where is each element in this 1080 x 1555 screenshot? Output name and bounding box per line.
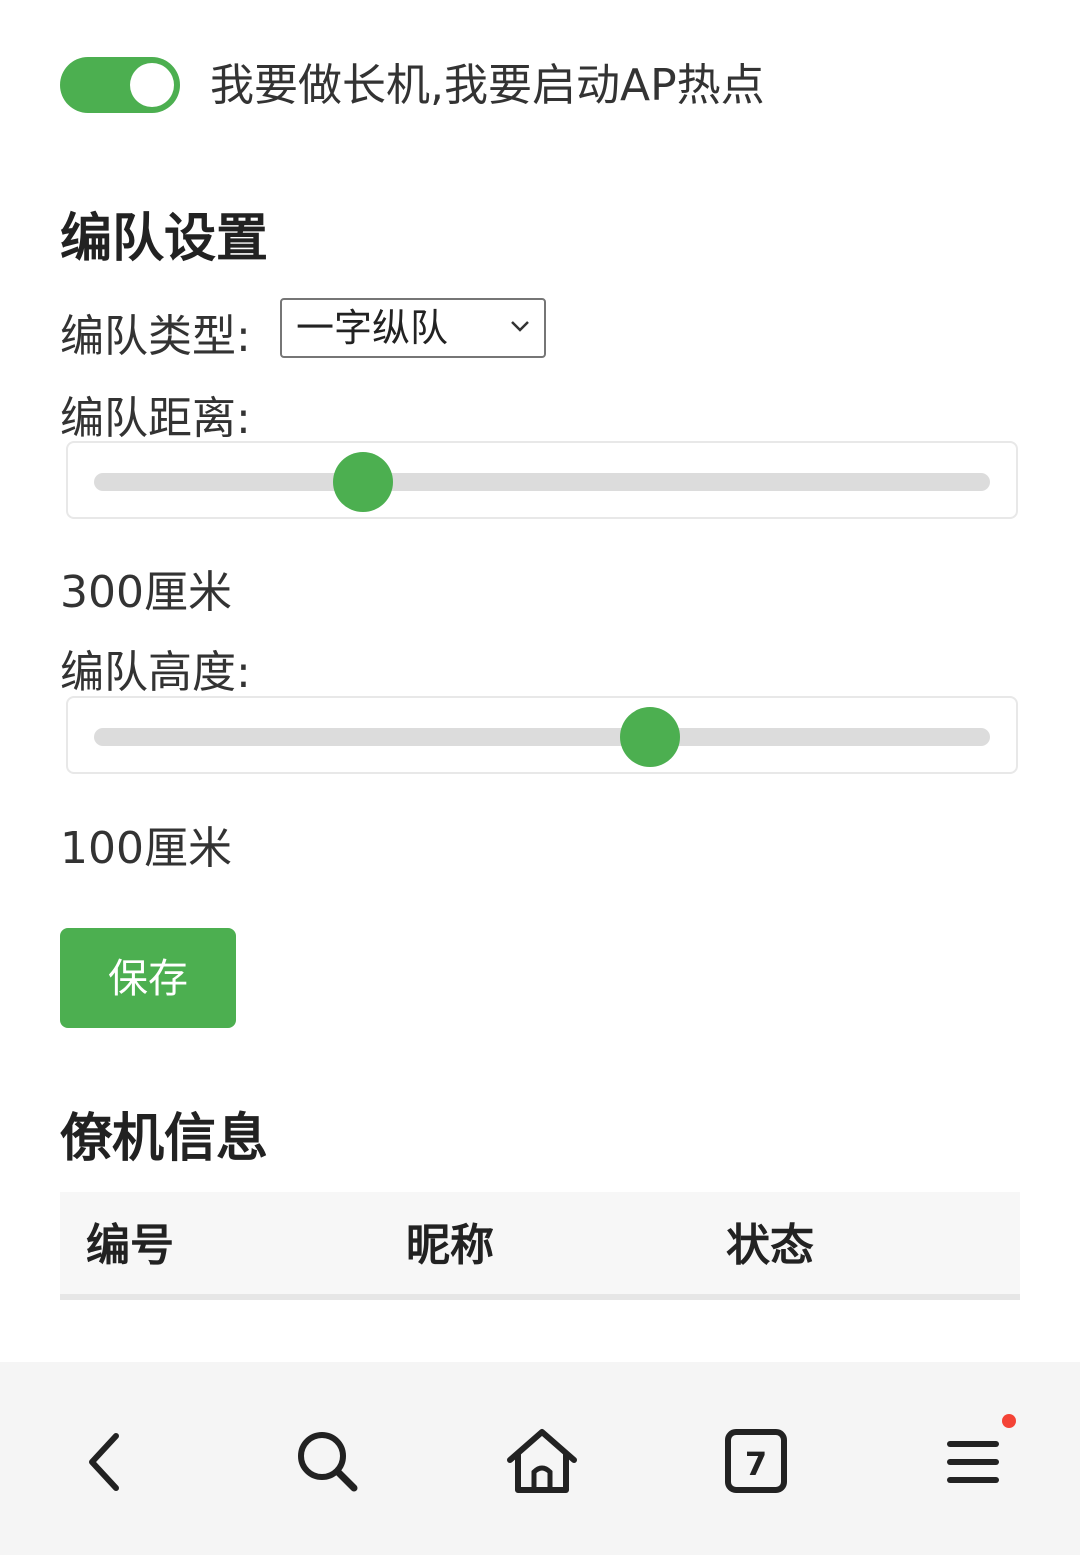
back-icon[interactable]: [66, 1422, 146, 1502]
column-header-status: 状态: [726, 1220, 814, 1271]
search-icon[interactable]: [286, 1422, 366, 1502]
formation-distance-value: 300厘米: [60, 567, 232, 618]
toggle-knob: [130, 63, 174, 107]
chevron-down-icon: [511, 321, 529, 332]
formation-type-select[interactable]: 一字纵队: [280, 298, 546, 358]
wingman-info-title: 僚机信息: [60, 1109, 269, 1169]
formation-settings-title: 编队设置: [60, 209, 269, 269]
ap-hotspot-toggle[interactable]: [60, 57, 180, 113]
formation-type-value: 一字纵队: [296, 306, 449, 350]
slider-track: [94, 728, 990, 746]
slider-thumb[interactable]: [619, 707, 680, 767]
slider-track: [94, 473, 990, 491]
tabs-icon[interactable]: 7: [716, 1422, 796, 1502]
menu-icon[interactable]: [934, 1422, 1014, 1502]
browser-bottom-bar: 7: [0, 1362, 1080, 1555]
notification-dot: [1002, 1414, 1016, 1428]
tab-count: 7: [745, 1445, 767, 1483]
wingman-table-header: 编号 昵称 状态: [60, 1192, 1020, 1300]
column-header-id: 编号: [86, 1220, 174, 1271]
ap-hotspot-label: 我要做长机,我要启动AP热点: [210, 60, 765, 111]
slider-thumb[interactable]: [332, 452, 393, 512]
formation-height-slider[interactable]: [66, 696, 1018, 774]
save-button[interactable]: 保存: [60, 928, 236, 1028]
formation-height-value: 100厘米: [60, 823, 232, 874]
formation-distance-label: 编队距离:: [60, 393, 251, 444]
column-header-nickname: 昵称: [406, 1220, 494, 1271]
home-icon[interactable]: [502, 1422, 582, 1502]
formation-distance-slider[interactable]: [66, 441, 1018, 519]
formation-type-label: 编队类型:: [60, 311, 251, 362]
formation-height-label: 编队高度:: [60, 647, 251, 698]
